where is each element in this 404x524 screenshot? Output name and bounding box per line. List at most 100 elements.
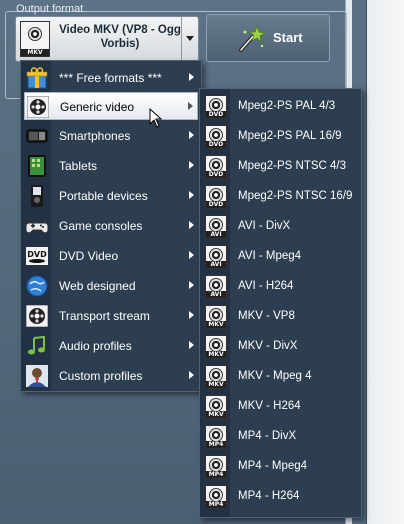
output-format-label: Output format [16, 3, 84, 15]
submenu-item[interactable]: MP4 MP4 - DivX [203, 422, 359, 452]
menu-item-tablets[interactable]: Tablets [24, 152, 198, 180]
submenu-item-label: AVI - H264 [238, 280, 294, 292]
submenu-item[interactable]: DVD Mpeg2-PS NTSC 4/3 [203, 152, 359, 182]
submenu-item[interactable]: AVI AVI - H264 [203, 272, 359, 302]
submenu-arrow-icon [189, 131, 194, 139]
submenu-item[interactable]: MP4 MP4 - Mpeg4 [203, 452, 359, 482]
format-tag: AVI [206, 261, 226, 268]
web-globe-icon [26, 275, 48, 297]
submenu-arrow-icon [189, 191, 194, 199]
format-file-icon: MKV [205, 335, 227, 359]
film-reel-icon [209, 308, 223, 322]
submenu-item-label: Mpeg2-PS PAL 4/3 [238, 100, 336, 112]
menu-item-custom-profiles[interactable]: Custom profiles [24, 362, 198, 390]
submenu-item[interactable]: MKV MKV - DivX [203, 332, 359, 362]
submenu-item-label: MP4 - H264 [238, 490, 300, 502]
format-file-icon: AVI [205, 245, 227, 269]
submenu-item[interactable]: MP4 MP4 - H264 [203, 482, 359, 512]
menu-item-label: Generic video [60, 100, 135, 114]
menu-item-label: Audio profiles [59, 339, 132, 353]
start-button-label: Start [273, 30, 303, 45]
submenu-item[interactable]: MKV MKV - VP8 [203, 302, 359, 332]
format-tag: DVD [206, 171, 226, 178]
format-file-icon: AVI [205, 275, 227, 299]
menu-item-free-formats[interactable]: *** Free formats *** [24, 64, 198, 92]
film-reel-icon [209, 248, 223, 262]
format-tag: MP4 [206, 501, 226, 508]
menu-item-label: DVD Video [59, 249, 119, 263]
phone-icon [26, 129, 48, 143]
submenu-item-label: MP4 - DivX [238, 430, 297, 442]
submenu-item[interactable]: DVD Mpeg2-PS NTSC 16/9 [203, 182, 359, 212]
submenu-item[interactable]: MKV MKV - H264 [203, 392, 359, 422]
submenu-item-label: MKV - H264 [238, 400, 301, 412]
film-reel-icon [209, 338, 223, 352]
menu-item-label: Web designed [59, 279, 136, 293]
submenu-arrow-icon [189, 311, 194, 319]
submenu-arrow-icon [189, 341, 194, 349]
format-file-icon: MP4 [205, 455, 227, 479]
film-reel-icon [209, 458, 223, 472]
film-reel-icon [209, 488, 223, 502]
menu-item-web-designed[interactable]: Web designed [24, 272, 198, 300]
film-reel-icon [26, 305, 48, 327]
submenu-item[interactable]: AVI AVI - Mpeg4 [203, 242, 359, 272]
submenu-arrow-icon [189, 281, 194, 289]
format-file-icon: DVD [205, 125, 227, 149]
menu-item-transport-stream[interactable]: Transport stream [24, 302, 198, 330]
menu-item-audio-profiles[interactable]: Audio profiles [24, 332, 198, 360]
submenu-item-label: AVI - DivX [238, 220, 291, 232]
submenu-item-label: MKV - Mpeg 4 [238, 370, 312, 382]
format-tag: DVD [206, 111, 226, 118]
submenu-arrow-icon [189, 73, 194, 81]
chevron-down-icon[interactable] [181, 17, 198, 61]
selected-format-text: Video MKV (VP8 - Ogg Vorbis) [59, 24, 181, 50]
submenu-item[interactable]: DVD Mpeg2-PS PAL 4/3 [203, 92, 359, 122]
submenu-item-label: Mpeg2-PS NTSC 4/3 [238, 160, 347, 172]
menu-item-label: Smartphones [59, 129, 131, 143]
format-tag: MKV [206, 351, 226, 358]
film-reel-icon [27, 96, 49, 118]
format-tag: AVI [206, 291, 226, 298]
format-file-icon: MKV [205, 305, 227, 329]
music-note-icon [28, 335, 45, 355]
submenu-arrow-icon [189, 161, 194, 169]
submenu-item-label: MKV - DivX [238, 340, 298, 352]
menu-item-smartphones[interactable]: Smartphones [24, 122, 198, 150]
submenu-item[interactable]: MKV MKV - Mpeg 4 [203, 362, 359, 392]
submenu-item-label: Mpeg2-PS PAL 16/9 [238, 130, 342, 142]
output-format-dropdown[interactable]: MKV Video MKV (VP8 - Ogg Vorbis) [15, 16, 199, 62]
format-file-icon: MKV [205, 395, 227, 419]
submenu-item[interactable]: DVD Mpeg2-PS PAL 16/9 [203, 122, 359, 152]
portable-player-icon [31, 185, 43, 207]
mouse-cursor-icon [149, 108, 163, 128]
menu-item-dvd-video[interactable]: DVD DVD Video [24, 242, 198, 270]
mkv-format-icon: MKV [20, 21, 50, 57]
format-tag: MKV [206, 411, 226, 418]
format-file-icon: DVD [205, 185, 227, 209]
format-tag: MP4 [206, 471, 226, 478]
menu-item-label: *** Free formats *** [59, 71, 162, 85]
menu-item-portable-devices[interactable]: Portable devices [24, 182, 198, 210]
submenu-item-label: MKV - VP8 [238, 310, 295, 322]
menu-item-generic-video[interactable]: Generic video [24, 92, 198, 120]
film-reel-icon [209, 368, 223, 382]
tablet-icon [28, 155, 46, 177]
format-file-icon: AVI [205, 215, 227, 239]
film-reel-icon [209, 158, 223, 172]
film-reel-icon [209, 188, 223, 202]
generic-video-submenu: DVD Mpeg2-PS PAL 4/3 DVD Mpeg2-PS PAL 16/9 D… [199, 88, 362, 518]
menu-item-label: Portable devices [59, 189, 148, 203]
format-tag: DVD [206, 201, 226, 208]
film-reel-icon [209, 218, 223, 232]
start-button[interactable]: Start [206, 14, 330, 62]
gamepad-icon [26, 222, 48, 234]
film-reel-icon [209, 98, 223, 112]
format-tag: AVI [206, 231, 226, 238]
menu-item-label: Tablets [59, 159, 98, 173]
magic-wand-icon [239, 24, 265, 52]
combo-icon-tag: MKV [21, 49, 49, 56]
submenu-arrow-icon [189, 371, 194, 379]
menu-item-game-consoles[interactable]: Game consoles [24, 212, 198, 240]
submenu-item[interactable]: AVI AVI - DivX [203, 212, 359, 242]
